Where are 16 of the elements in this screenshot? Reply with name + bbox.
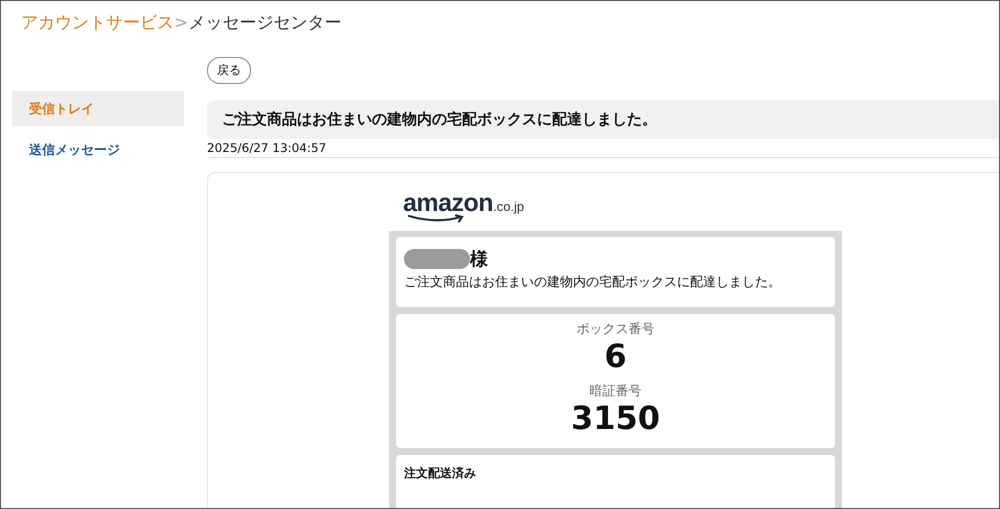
- status-heading: 注文配送済み: [404, 465, 477, 482]
- redaction-mark: [404, 249, 470, 269]
- code-value: 6: [604, 338, 627, 374]
- greeting-text: ご注文商品はお住まいの建物内の宅配ボックスに配達しました。: [404, 274, 782, 292]
- code-label: ボックス番号: [576, 321, 654, 338]
- code-value: 3150: [570, 400, 660, 436]
- code-label: 暗証番号: [590, 383, 642, 400]
- logo-text: amazon: [403, 193, 494, 214]
- page-title: メッセージセンター: [188, 12, 342, 34]
- back-button[interactable]: 戻る: [207, 57, 251, 84]
- logo-domain: .co.jp: [493, 199, 524, 214]
- message-subject: ご注文商品はお住まいの建物内の宅配ボックスに配達しました。: [207, 100, 999, 139]
- sidebar-item[interactable]: 送信メッセージ: [12, 132, 184, 167]
- honorific: 様: [470, 248, 488, 271]
- breadcrumb-separator: >: [174, 13, 188, 33]
- message-date: 2025/6/27 13:04:57: [207, 139, 999, 158]
